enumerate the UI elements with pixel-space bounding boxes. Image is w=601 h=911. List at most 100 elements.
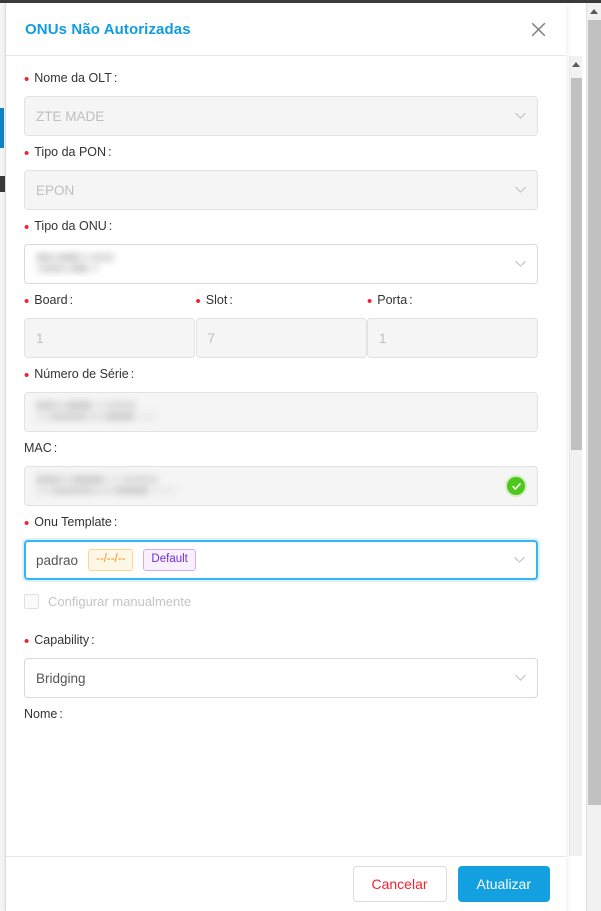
modal-footer: Cancelar Atualizar	[6, 856, 566, 911]
label-colon: :	[53, 441, 58, 455]
required-marker-icon: •	[367, 292, 373, 310]
modal-scrollbar-thumb[interactable]	[571, 78, 582, 450]
select-value: Bridging	[36, 670, 86, 686]
field-label-onu-template: • Onu Template :	[24, 513, 538, 531]
field-label-capability: • Capability :	[24, 631, 538, 649]
input-slot[interactable]: 7	[195, 318, 367, 358]
select-value: ZTE MADE	[36, 108, 105, 124]
modal-header: ONUs Não Autorizadas	[6, 3, 566, 56]
label-text: Capability	[34, 633, 90, 647]
select-onu-template[interactable]: padrao --/--/-- Default	[24, 540, 538, 580]
required-marker-icon: •	[24, 218, 30, 236]
field-label-mac: MAC :	[24, 439, 538, 457]
field-board: • Board : 1	[24, 291, 195, 358]
green-check-icon	[507, 477, 525, 495]
field-tipo-da-pon: • Tipo da PON : EPON	[24, 143, 538, 210]
field-label-nome-da-olt: • Nome da OLT :	[24, 69, 538, 87]
label-text: Slot	[205, 293, 228, 307]
field-numero-de-serie: • Número de Série :	[24, 365, 538, 432]
label-text: Tipo da ONU	[34, 219, 107, 233]
redacted-value	[36, 401, 158, 423]
page-title: ONUs Não Autorizadas	[25, 20, 191, 38]
unauthorized-onus-modal: ONUs Não Autorizadas • Nome da OLT : ZTE…	[6, 3, 566, 911]
input-value: 1	[36, 330, 44, 346]
required-marker-icon: •	[24, 366, 30, 384]
label-colon: :	[59, 707, 63, 721]
chevron-down-icon	[514, 556, 525, 564]
field-label-board: • Board :	[24, 291, 195, 309]
input-value: 7	[207, 330, 216, 346]
chevron-down-icon	[515, 112, 526, 120]
modal-scrollbar[interactable]	[569, 56, 582, 856]
app-root: ONUs Não Autorizadas • Nome da OLT : ZTE…	[0, 0, 601, 911]
label-text: Board	[34, 293, 68, 307]
redacted-value	[36, 475, 176, 497]
page-scrollbar-thumb[interactable]	[588, 20, 601, 805]
scroll-up-arrow-icon[interactable]	[587, 3, 601, 19]
input-mac[interactable]	[24, 466, 538, 506]
close-icon[interactable]	[524, 15, 552, 43]
field-slot: • Slot : 7	[195, 291, 367, 358]
label-text: Porta	[377, 293, 408, 307]
configure-manually-row[interactable]: Configurar manualmente	[24, 594, 538, 609]
required-marker-icon: •	[24, 292, 30, 310]
input-porta[interactable]: 1	[367, 318, 538, 358]
label-colon: :	[108, 145, 112, 159]
field-label-porta: • Porta :	[367, 291, 538, 309]
label-text: Número de Série	[34, 367, 129, 381]
chevron-down-icon	[515, 674, 526, 682]
required-marker-icon: •	[24, 144, 30, 162]
scroll-up-arrow-icon[interactable]	[570, 56, 582, 72]
field-label-tipo-da-pon: • Tipo da PON :	[24, 143, 538, 161]
checkbox-label: Configurar manualmente	[48, 594, 192, 609]
field-label-numero-de-serie: • Número de Série :	[24, 365, 538, 383]
label-colon: :	[69, 293, 74, 307]
label-colon: :	[229, 293, 233, 307]
select-capability[interactable]: Bridging	[24, 658, 538, 698]
chevron-down-icon	[515, 186, 526, 194]
field-label-slot: • Slot :	[196, 291, 367, 309]
field-label-nome: Nome :	[24, 705, 538, 723]
input-board[interactable]: 1	[24, 318, 195, 358]
modal-body: • Nome da OLT : ZTE MADE • Tipo da PON :	[6, 56, 566, 856]
required-marker-icon: •	[24, 70, 30, 88]
cancel-button[interactable]: Cancelar	[352, 866, 447, 902]
input-value: 1	[379, 330, 387, 346]
select-value: EPON	[36, 182, 75, 198]
label-text: Nome da OLT	[34, 71, 112, 85]
chevron-down-icon	[515, 260, 526, 268]
field-mac: MAC :	[24, 439, 538, 506]
label-colon: :	[130, 367, 135, 381]
label-text: MAC	[24, 441, 52, 455]
required-marker-icon: •	[24, 514, 30, 532]
field-nome: Nome :	[24, 705, 538, 723]
select-value: padrao	[36, 552, 79, 568]
label-colon: :	[108, 219, 113, 233]
redacted-value	[36, 253, 114, 275]
label-colon: :	[113, 71, 118, 85]
label-text: Nome	[24, 707, 58, 721]
template-default-tag: Default	[143, 549, 196, 571]
select-nome-da-olt[interactable]: ZTE MADE	[24, 96, 538, 136]
template-date-tag: --/--/--	[88, 549, 134, 571]
sidebar-accent-blue	[0, 108, 4, 148]
select-tipo-da-pon[interactable]: EPON	[24, 170, 538, 210]
sidebar-accent-dark	[0, 176, 5, 192]
label-text: Onu Template	[34, 515, 112, 529]
field-nome-da-olt: • Nome da OLT : ZTE MADE	[24, 69, 538, 136]
field-porta: • Porta : 1	[367, 291, 538, 358]
checkbox-configure-manually[interactable]	[24, 594, 39, 609]
label-colon: :	[113, 515, 118, 529]
input-numero-de-serie[interactable]	[24, 392, 538, 432]
required-marker-icon: •	[195, 292, 201, 310]
field-onu-template: • Onu Template : padrao --/--/-- Default	[24, 513, 538, 580]
label-text: Tipo da PON	[34, 145, 107, 159]
select-tipo-da-onu[interactable]	[24, 244, 538, 284]
label-colon: :	[91, 633, 95, 647]
board-slot-port-row: • Board : 1 • Slot : 7 • Porta: 1	[24, 291, 538, 358]
update-button[interactable]: Atualizar	[457, 866, 550, 902]
field-label-tipo-da-onu: • Tipo da ONU :	[24, 217, 538, 235]
page-scrollbar[interactable]	[586, 3, 601, 911]
label-colon: :	[409, 293, 413, 307]
browser-top-edge	[0, 0, 601, 3]
